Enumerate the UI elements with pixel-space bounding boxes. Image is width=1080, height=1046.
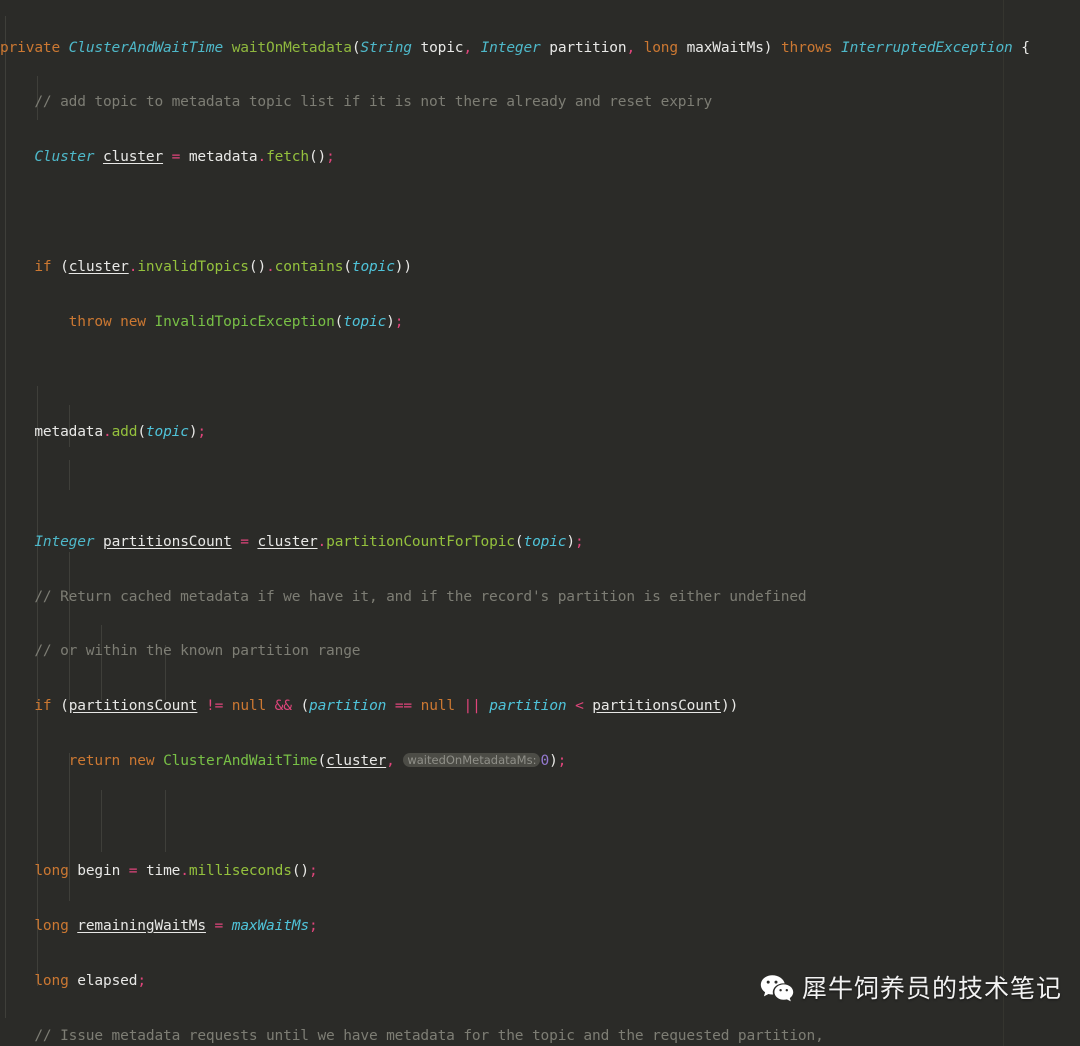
inline-parameter-hint: waitedOnMetadataMs: [403,753,541,768]
source-code[interactable]: private ClusterAndWaitTime waitOnMetadat… [0,2,1073,1046]
code-line: throw new InvalidTopicException(topic); [68,314,404,331]
code-line: return new ClusterAndWaitTime(cluster, w… [68,753,567,770]
code-line: long begin = time.milliseconds(); [34,862,318,879]
code-line: Cluster cluster = metadata.fetch(); [34,149,335,166]
code-editor[interactable]: private ClusterAndWaitTime waitOnMetadat… [0,0,1080,1046]
code-line: // add topic to metadata topic list if i… [34,94,713,111]
code-line: long remainingWaitMs = maxWaitMs; [34,917,318,934]
watermark: 犀牛饲养员的技术笔记 [760,974,1062,1004]
code-line: // or within the known partition range [34,643,361,660]
code-line: private ClusterAndWaitTime waitOnMetadat… [0,39,1030,56]
wechat-icon [760,975,794,1002]
code-line: metadata.add(topic); [34,423,206,440]
code-line: // Issue metadata requests until we have… [34,1027,824,1044]
code-line: if (partitionsCount != null && (partitio… [34,698,739,715]
code-line: // Return cached metadata if we have it,… [34,588,807,605]
watermark-text: 犀牛饲养员的技术笔记 [801,973,1062,1003]
code-line: if (cluster.invalidTopics().contains(top… [34,259,412,276]
code-line: Integer partitionsCount = cluster.partit… [34,533,584,550]
